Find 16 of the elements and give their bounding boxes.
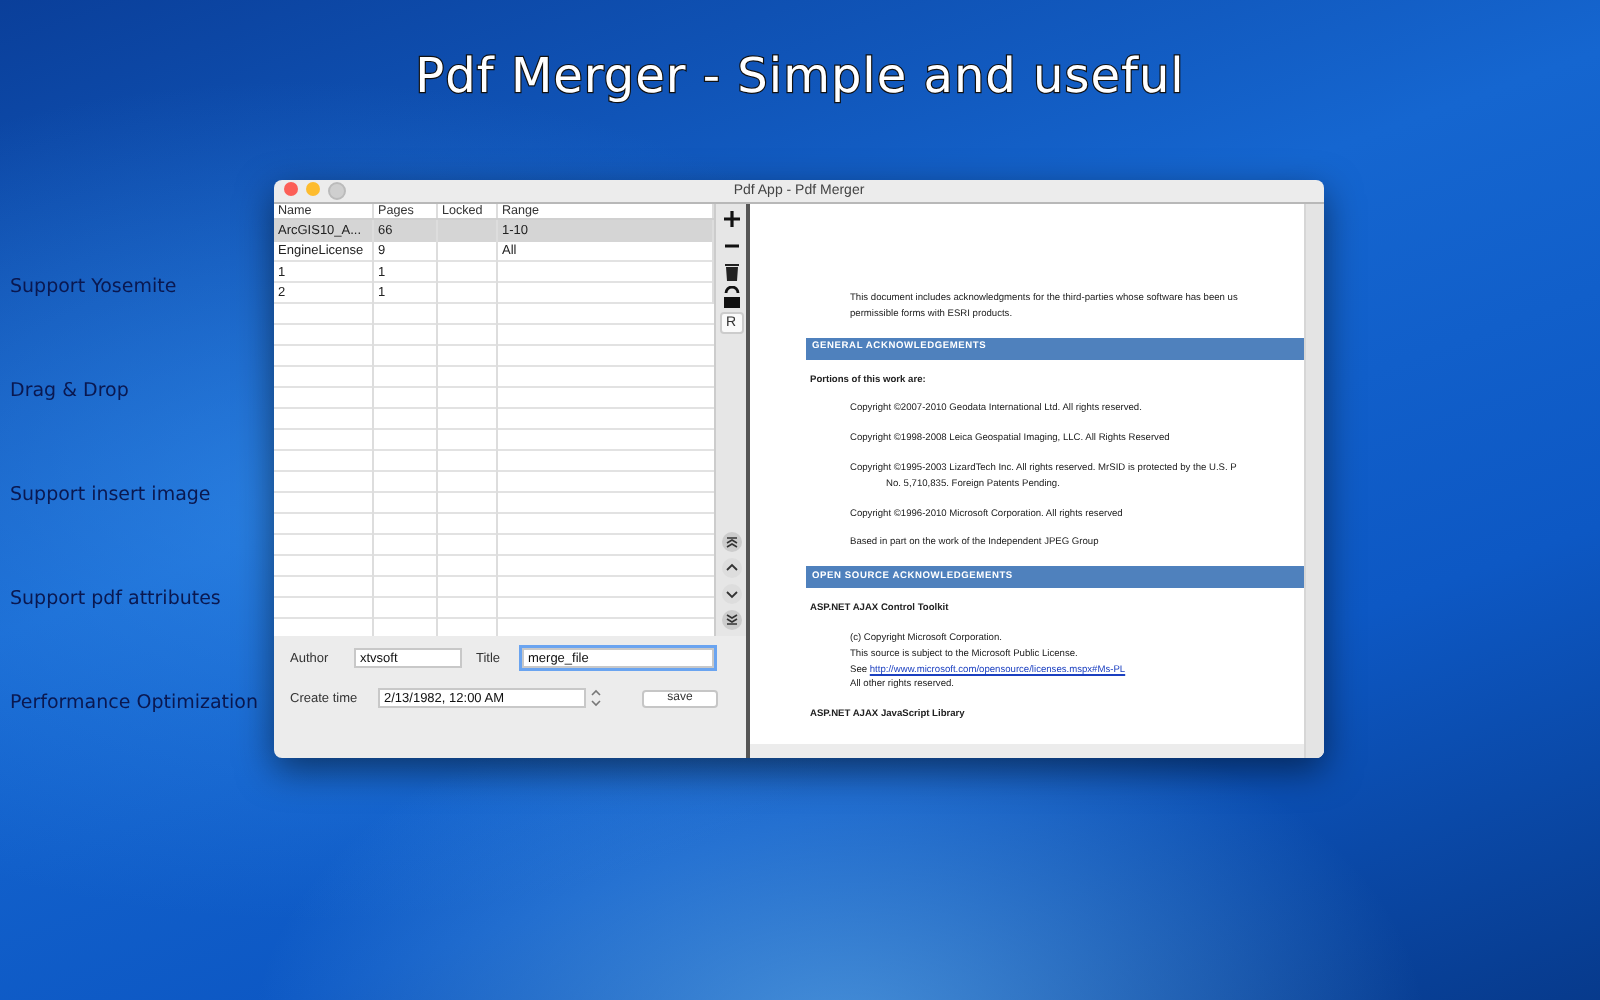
- feature-label: Drag & Drop: [8, 380, 131, 402]
- down-icon[interactable]: [719, 582, 743, 606]
- last-icon[interactable]: [719, 608, 743, 632]
- feature-label: Support insert image: [8, 484, 213, 506]
- close-button[interactable]: [284, 182, 298, 196]
- feature-label: Support Yosemite: [8, 276, 179, 298]
- plus-icon[interactable]: [719, 208, 743, 232]
- app-headline: Pdf Merger - Simple and useful: [415, 48, 1185, 104]
- feature-label: Support pdf attributes: [8, 588, 223, 610]
- first-icon[interactable]: [719, 530, 743, 554]
- scrollbar[interactable]: [1304, 204, 1324, 758]
- stepper-icon[interactable]: [590, 688, 602, 708]
- feature-label: Performance Optimization: [8, 692, 260, 714]
- trash-icon[interactable]: [719, 260, 743, 284]
- unlock-icon[interactable]: [719, 286, 743, 310]
- up-icon[interactable]: [719, 556, 743, 580]
